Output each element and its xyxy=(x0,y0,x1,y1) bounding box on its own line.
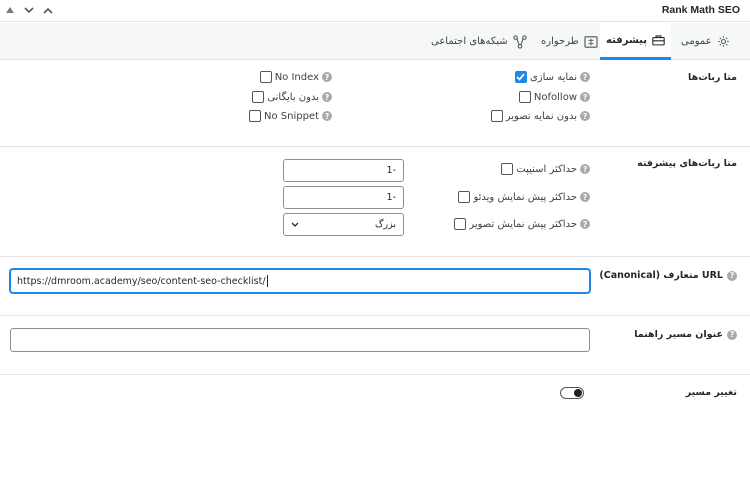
max-image-preview-select[interactable]: بزرگ xyxy=(283,213,404,236)
max-video-preview-option[interactable]: حداکثر پیش نمایش ویدئو ? xyxy=(458,191,590,203)
help-icon[interactable]: ? xyxy=(322,92,332,102)
noimageindex-checkbox[interactable] xyxy=(490,110,503,122)
gear-icon xyxy=(717,35,730,48)
nofollow-checkbox[interactable] xyxy=(518,91,531,103)
tab-social[interactable]: شبکه‌های اجتماعی xyxy=(431,23,527,60)
section-divider xyxy=(0,374,750,375)
max-snippet-option[interactable]: حداکثر اسنیپت ? xyxy=(501,163,590,175)
robots-meta-label: متا ربات‌ها xyxy=(688,72,737,83)
option-label: حداکثر اسنیپت xyxy=(516,163,577,175)
tab-general[interactable]: عمومی xyxy=(681,23,730,60)
section-divider xyxy=(0,146,750,147)
up-triangle-icon[interactable] xyxy=(4,3,16,17)
option-label: حداکثر پیش نمایش ویدئو xyxy=(473,191,577,203)
metabox-arrows xyxy=(4,3,54,17)
help-icon[interactable]: ? xyxy=(322,72,332,82)
redirect-label: تغییر مسیر xyxy=(685,387,737,398)
noindex-checkbox[interactable] xyxy=(259,71,272,83)
canonical-url-value: https://dmroom.academy/seo/content-seo-c… xyxy=(17,275,266,287)
max-video-preview-checkbox[interactable] xyxy=(458,191,471,203)
chevron-down-icon xyxy=(291,219,299,230)
help-icon[interactable]: ? xyxy=(580,192,590,202)
help-icon[interactable]: ? xyxy=(580,72,590,82)
max-snippet-checkbox[interactable] xyxy=(501,163,514,175)
toggle-knob xyxy=(574,389,582,397)
robots-index-option[interactable]: نمایه سازی ? xyxy=(514,71,590,83)
help-icon[interactable]: ? xyxy=(580,164,590,174)
robots-nosnippet-option[interactable]: No Snippet ? xyxy=(248,110,332,122)
help-icon[interactable]: ? xyxy=(580,92,590,102)
chevron-down-icon[interactable] xyxy=(23,3,35,17)
select-value: بزرگ xyxy=(375,219,396,230)
option-label: No Snippet xyxy=(263,110,319,122)
redirect-toggle[interactable] xyxy=(560,387,584,399)
help-icon[interactable]: ? xyxy=(580,219,590,229)
robots-nofollow-option[interactable]: Nofollow ? xyxy=(518,91,590,103)
canonical-label: URL متعارف (Canonical) xyxy=(599,270,723,281)
help-icon[interactable]: ? xyxy=(580,111,590,121)
advanced-robots-label: متا ربات‌های پیشرفته xyxy=(637,158,737,169)
tab-label: طرحواره xyxy=(541,36,579,47)
option-label: بدون بایگانی xyxy=(267,91,319,103)
help-icon[interactable]: ? xyxy=(727,329,737,340)
tab-schema[interactable]: طرحواره xyxy=(541,23,598,60)
robots-noimageindex-option[interactable]: بدون نمایه تصویر ? xyxy=(490,110,590,122)
breadcrumb-title-label: عنوان مسیر راهنما xyxy=(634,329,723,340)
metabox-title: Rank Math SEO xyxy=(661,4,740,16)
metabox-header: Rank Math SEO xyxy=(0,0,750,22)
text-caret xyxy=(266,275,268,287)
toolbox-icon xyxy=(652,34,665,46)
robots-noindex-option[interactable]: No Index ? xyxy=(259,71,332,83)
help-icon[interactable]: ? xyxy=(322,111,332,121)
share-nodes-icon xyxy=(513,34,527,49)
breadcrumb-label-row: عنوان مسیر راهنما ? xyxy=(634,329,737,340)
section-divider xyxy=(0,315,750,316)
tab-advanced[interactable]: پیشرفته xyxy=(600,23,671,60)
max-snippet-input[interactable]: -1 xyxy=(283,159,404,182)
max-image-preview-option[interactable]: حداکثر پیش نمایش تصویر ? xyxy=(454,218,590,230)
breadcrumb-title-input[interactable] xyxy=(10,328,590,352)
max-image-preview-checkbox[interactable] xyxy=(454,218,467,230)
tab-label: پیشرفته xyxy=(606,34,647,46)
noarchive-checkbox[interactable] xyxy=(252,91,265,103)
tab-label: شبکه‌های اجتماعی xyxy=(431,36,508,47)
option-label: نمایه سازی xyxy=(529,71,577,83)
tab-label: عمومی xyxy=(681,36,712,47)
tab-bar: عمومی پیشرفته طرحواره شبکه‌های اجتماعی xyxy=(0,23,750,60)
canonical-label-row: URL متعارف (Canonical) ? xyxy=(599,270,737,281)
max-video-preview-input[interactable]: -1 xyxy=(283,186,404,209)
option-label: حداکثر پیش نمایش تصویر xyxy=(469,218,577,230)
index-checkbox[interactable] xyxy=(514,71,527,83)
help-icon[interactable]: ? xyxy=(727,270,737,281)
robots-noarchive-option[interactable]: بدون بایگانی ? xyxy=(252,91,332,103)
option-label: بدون نمایه تصویر xyxy=(505,110,577,122)
canonical-url-input[interactable]: https://dmroom.academy/seo/content-seo-c… xyxy=(10,269,590,293)
schema-icon xyxy=(584,35,598,48)
nosnippet-checkbox[interactable] xyxy=(248,110,261,122)
chevron-up-icon[interactable] xyxy=(42,3,54,17)
option-label: Nofollow xyxy=(533,91,577,103)
section-divider xyxy=(0,256,750,257)
option-label: No Index xyxy=(274,71,319,83)
